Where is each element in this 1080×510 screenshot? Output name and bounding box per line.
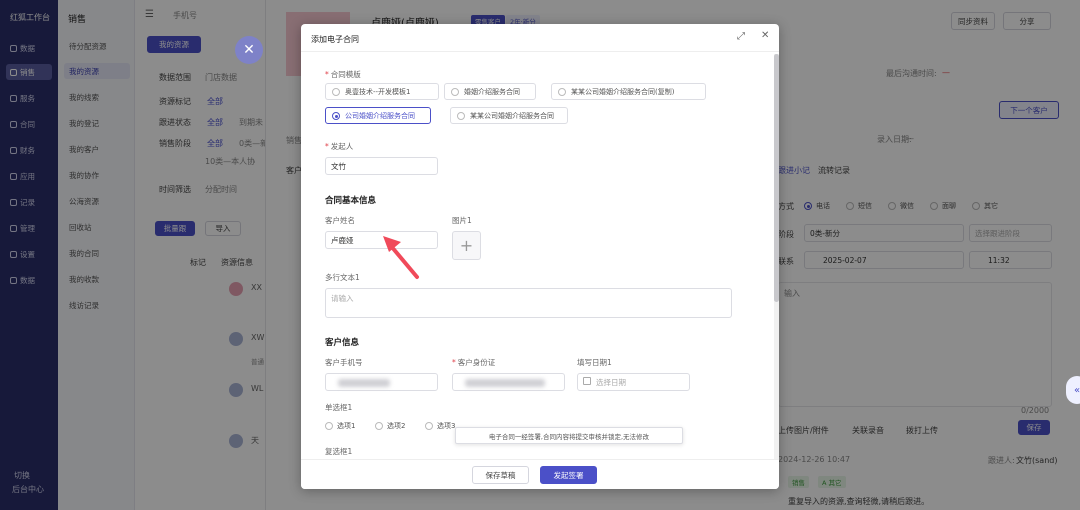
radio-option-label: 选项3 xyxy=(437,422,456,430)
id-label: * 客户身份证 xyxy=(452,357,495,368)
checkbox-group-label: 复选框1 xyxy=(325,447,353,456)
contract-dialog: 添加电子合同 ⤢ ✕ * 合同模版 奥壹技术--开发模板1 婚姻介绍服务合同 某某… xyxy=(301,24,779,489)
template-option-label: 某某公司婚姻介绍服务合同 xyxy=(470,111,554,120)
initiator-label: * 发起人 xyxy=(325,141,353,152)
dialog-footer: 保存草稿 发起签署 xyxy=(301,459,779,489)
template-option-label: 某某公司婚姻介绍服务合同(复制) xyxy=(571,87,675,96)
customer-name-label: 客户姓名 xyxy=(325,216,355,225)
template-option[interactable]: 奥壹技术--开发模板1 xyxy=(325,83,439,100)
radio-icon xyxy=(558,87,566,96)
radio-option[interactable]: 选项2 xyxy=(375,421,405,431)
dialog-scrollbar[interactable] xyxy=(774,54,779,462)
template-option[interactable]: 婚姻介绍服务合同 xyxy=(444,83,536,100)
basic-info-section: 合同基本信息 xyxy=(325,196,377,206)
submit-sign-button[interactable]: 发起签署 xyxy=(540,466,597,484)
initiator-label-text: 发起人 xyxy=(330,142,354,151)
radio-icon xyxy=(457,111,465,120)
redacted-value xyxy=(465,379,545,387)
template-label: * 合同模版 xyxy=(325,69,361,80)
template-option-label: 公司婚姻介绍服务合同 xyxy=(345,111,415,120)
annotation-arrow-icon xyxy=(383,236,419,279)
redacted-value xyxy=(338,379,390,387)
radio-icon xyxy=(375,422,383,430)
drawer-close-icon[interactable]: ✕ xyxy=(235,36,263,64)
customer-info-section: 客户信息 xyxy=(325,338,360,348)
radio-icon xyxy=(325,422,333,430)
required-mark: * xyxy=(325,142,329,151)
phone-label: 客户手机号 xyxy=(325,358,363,367)
template-label-text: 合同模版 xyxy=(330,70,361,79)
template-option[interactable]: 某某公司婚姻介绍服务合同(复制) xyxy=(551,83,706,100)
required-mark: * xyxy=(452,358,456,367)
radio-option[interactable]: 选项3 xyxy=(425,421,455,431)
radio-icon xyxy=(451,87,459,96)
dialog-title: 添加电子合同 xyxy=(311,35,359,44)
required-mark: * xyxy=(325,70,329,79)
multiline-textarea[interactable]: 请输入 xyxy=(325,288,732,318)
dialog-header: 添加电子合同 ⤢ ✕ xyxy=(301,24,779,52)
radio-option-label: 选项2 xyxy=(387,422,406,430)
fullscreen-icon[interactable]: ⤢ xyxy=(737,31,745,42)
initiator-input[interactable]: 文竹 xyxy=(325,157,438,175)
phone-input[interactable] xyxy=(325,373,438,391)
add-image-icon[interactable]: + xyxy=(452,231,481,260)
radio-option-label: 选项1 xyxy=(337,422,356,430)
calendar-icon xyxy=(583,377,591,385)
close-icon[interactable]: ✕ xyxy=(761,30,769,41)
date-picker[interactable]: 选择日期 xyxy=(577,373,690,391)
lock-tooltip: 电子合同一经签署,合同内容将提交审核并锁定,无法修改 xyxy=(455,427,683,444)
radio-selected-icon xyxy=(332,111,340,120)
multiline-label: 多行文本1 xyxy=(325,273,360,282)
template-option-selected[interactable]: 公司婚姻介绍服务合同 xyxy=(325,107,431,124)
collapse-icon[interactable]: « xyxy=(1066,376,1080,404)
template-option-label: 婚姻介绍服务合同 xyxy=(464,87,520,96)
template-option-label: 奥壹技术--开发模板1 xyxy=(345,87,411,96)
image-label: 图片1 xyxy=(452,216,472,225)
template-option[interactable]: 某某公司婚姻介绍服务合同 xyxy=(450,107,568,124)
radio-option[interactable]: 选项1 xyxy=(325,421,355,431)
radio-icon xyxy=(332,87,340,96)
radio-icon xyxy=(425,422,433,430)
date-label: 填写日期1 xyxy=(577,358,612,367)
id-label-text: 客户身份证 xyxy=(457,358,496,367)
save-draft-button[interactable]: 保存草稿 xyxy=(472,466,529,484)
id-input[interactable] xyxy=(452,373,565,391)
scrollbar-thumb[interactable] xyxy=(774,54,779,302)
radio-group-label: 单选框1 xyxy=(325,403,353,412)
